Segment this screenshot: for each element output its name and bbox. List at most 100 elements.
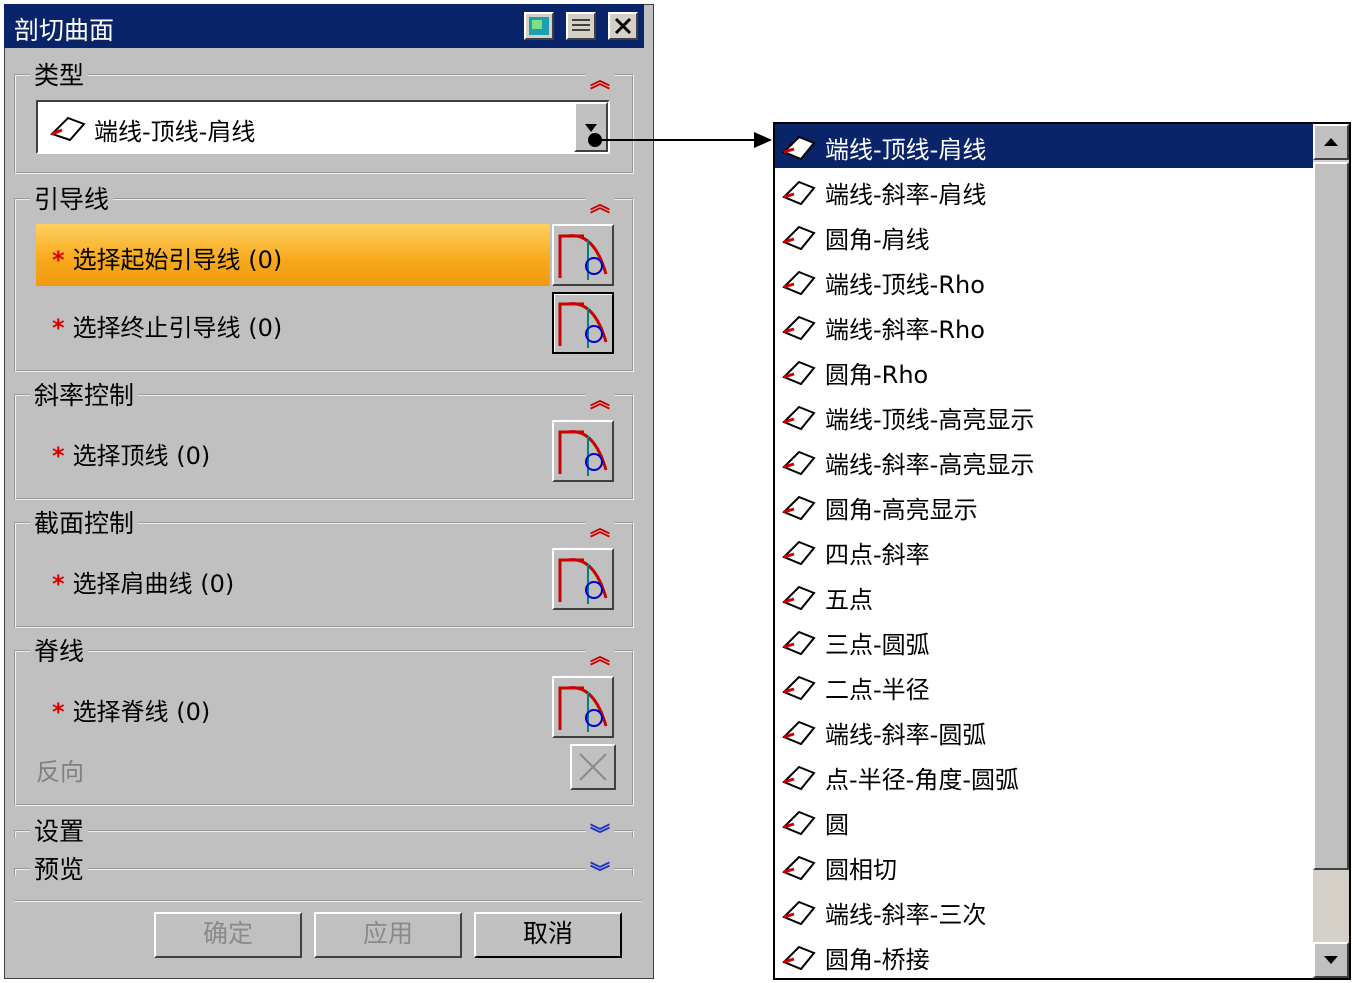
select-end-guide-label: * 选择终止引导线 (0) [52, 314, 283, 342]
collapse-spine-icon[interactable]: ︽ [586, 640, 614, 669]
reverse-arrows-icon [579, 753, 607, 781]
dropdown-item-label: 点-半径-角度-圆弧 [825, 766, 1019, 794]
surface-type-icon [782, 315, 816, 341]
select-start-guide-button[interactable] [552, 224, 614, 286]
surface-type-icon [782, 540, 816, 566]
reset-button[interactable] [524, 12, 554, 40]
dropdown-item[interactable]: 圆 [775, 799, 1313, 843]
close-icon [614, 17, 632, 35]
dropdown-item-label: 端线-斜率-三次 [825, 901, 987, 929]
scroll-thumb[interactable] [1313, 162, 1349, 870]
scroll-up-button[interactable] [1313, 124, 1349, 160]
surface-type-icon [782, 720, 816, 746]
dropdown-item-label: 圆角-桥接 [825, 946, 930, 974]
dropdown-item-label: 端线-斜率-高亮显示 [825, 451, 1035, 479]
dropdown-item[interactable]: 圆角-高亮显示 [775, 484, 1313, 528]
surface-type-icon [782, 810, 816, 836]
select-spine-label: * 选择脊线 (0) [52, 698, 211, 726]
connector-arrow [588, 132, 772, 148]
dropdown-item[interactable]: 点-半径-角度-圆弧 [775, 754, 1313, 798]
cancel-button[interactable]: 取消 [474, 912, 622, 958]
expand-preview-icon[interactable]: ︾ [586, 856, 614, 885]
surface-type-icon [782, 630, 816, 656]
type-surface-icon [50, 116, 86, 142]
surface-type-icon [782, 945, 816, 971]
dropdown-item-label: 圆 [825, 811, 849, 839]
dropdown-item[interactable]: 圆角-肩线 [775, 214, 1313, 258]
dropdown-item[interactable]: 二点-半径 [775, 664, 1313, 708]
dropdown-item[interactable]: 四点-斜率 [775, 529, 1313, 573]
type-dropdown-list: 端线-顶线-肩线端线-斜率-肩线 圆角-肩线端线-顶线-Rho 端线-斜率-Rho 圆… [773, 122, 1351, 980]
curve-select-icon [558, 686, 608, 732]
dropdown-item-label: 端线-顶线-Rho [825, 271, 985, 299]
dropdown-item[interactable]: 端线-斜率-三次 [775, 889, 1313, 933]
type-combobox[interactable]: 端线-顶线-肩线 [36, 100, 610, 154]
curve-select-icon [558, 302, 608, 348]
curve-select-icon [558, 558, 608, 604]
scrollbar[interactable] [1313, 124, 1349, 978]
collapse-section-control-icon[interactable]: ︽ [586, 512, 614, 541]
dropdown-item-label: 端线-斜率-圆弧 [825, 721, 987, 749]
surface-type-icon [782, 495, 816, 521]
dropdown-item[interactable]: 圆相切 [775, 844, 1313, 888]
select-apex-button[interactable] [552, 420, 614, 482]
dropdown-item-label: 圆相切 [825, 856, 897, 884]
dropdown-item[interactable]: 端线-斜率-圆弧 [775, 709, 1313, 753]
scroll-down-icon [1324, 956, 1338, 964]
spine-section-label: 脊线 [30, 632, 89, 668]
required-star-icon: * [52, 698, 65, 726]
settings-label: 设置 [30, 812, 89, 848]
select-spine-button[interactable] [552, 676, 614, 738]
select-shoulder-button[interactable] [552, 548, 614, 610]
apply-button[interactable]: 应用 [314, 912, 462, 958]
spine-section [14, 650, 634, 806]
scroll-up-icon [1324, 138, 1338, 146]
expand-settings-icon[interactable]: ︾ [586, 818, 614, 847]
surface-type-icon [782, 135, 816, 161]
surface-type-icon [782, 900, 816, 926]
close-button[interactable] [608, 12, 638, 40]
dropdown-item[interactable]: 圆角-桥接 [775, 934, 1313, 978]
required-star-icon: * [52, 246, 65, 274]
select-end-guide-button[interactable] [552, 292, 614, 354]
dropdown-item-label: 端线-顶线-高亮显示 [825, 406, 1035, 434]
dropdown-item[interactable]: 端线-斜率-Rho [775, 304, 1313, 348]
dropdown-item[interactable]: 端线-斜率-肩线 [775, 169, 1313, 213]
dropdown-item-label: 二点-半径 [825, 676, 930, 704]
dropdown-item-label: 端线-顶线-肩线 [825, 136, 987, 164]
dropdown-item[interactable]: 三点-圆弧 [775, 619, 1313, 663]
menu-button[interactable] [566, 12, 596, 40]
section-control-label: 截面控制 [30, 504, 139, 540]
scroll-down-button[interactable] [1313, 942, 1349, 978]
reset-icon [529, 17, 549, 35]
surface-type-icon [782, 675, 816, 701]
dropdown-item[interactable]: 端线-顶线-肩线 [775, 124, 1313, 168]
guide-section-label: 引导线 [30, 180, 114, 216]
dropdown-item[interactable]: 端线-顶线-Rho [775, 259, 1313, 303]
preview-label: 预览 [30, 850, 89, 886]
dropdown-item[interactable]: 端线-斜率-高亮显示 [775, 439, 1313, 483]
preview-section[interactable] [14, 868, 634, 876]
collapse-slope-icon[interactable]: ︽ [586, 384, 614, 413]
required-star-icon: * [52, 314, 65, 342]
dropdown-item-label: 三点-圆弧 [825, 631, 930, 659]
dropdown-item[interactable]: 端线-顶线-高亮显示 [775, 394, 1313, 438]
collapse-guide-icon[interactable]: ︽ [586, 188, 614, 217]
curve-select-icon [558, 430, 608, 476]
surface-type-icon [782, 360, 816, 386]
dropdown-item-label: 端线-斜率-Rho [825, 316, 985, 344]
type-selected-value: 端线-顶线-肩线 [94, 118, 256, 146]
dropdown-item[interactable]: 五点 [775, 574, 1313, 618]
dropdown-item[interactable]: 圆角-Rho [775, 349, 1313, 393]
button-divider [14, 900, 642, 902]
select-apex-label: * 选择顶线 (0) [52, 442, 211, 470]
curve-select-icon [558, 234, 608, 280]
surface-type-icon [782, 855, 816, 881]
settings-section[interactable] [14, 830, 634, 838]
type-section-label: 类型 [30, 56, 89, 92]
dialog-title: 剖切曲面 [14, 16, 115, 45]
collapse-type-icon[interactable]: ︽ [586, 64, 614, 93]
reverse-direction-button[interactable] [570, 744, 616, 790]
surface-type-icon [782, 585, 816, 611]
ok-button[interactable]: 确定 [154, 912, 302, 958]
